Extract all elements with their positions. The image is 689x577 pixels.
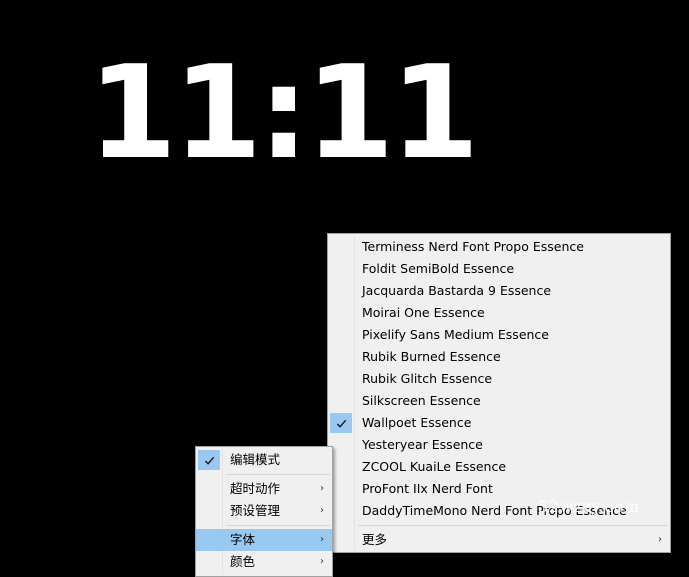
menu-separator — [226, 525, 330, 526]
color-menu-label: 颜色 — [230, 554, 256, 569]
font-item[interactable]: Moirai One Essence — [328, 302, 670, 324]
font-menu-item[interactable]: 字体 › — [196, 529, 332, 551]
timeout-action-item[interactable]: 超时动作 › — [196, 478, 332, 500]
more-fonts-item[interactable]: 更多 › — [328, 529, 670, 551]
font-item[interactable]: Rubik Glitch Essence — [328, 368, 670, 390]
preset-manager-item[interactable]: 预设管理 › — [196, 500, 332, 522]
font-item[interactable]: Terminess Nerd Font Propo Essence — [328, 236, 670, 258]
context-menu: 编辑模式 超时动作 › 预设管理 › 字体 › 颜色 › — [195, 446, 333, 577]
edit-mode-item[interactable]: 编辑模式 — [196, 449, 332, 471]
font-item[interactable]: Jacquarda Bastarda 9 Essence — [328, 280, 670, 302]
chevron-right-icon: › — [320, 534, 324, 545]
font-item-label: Moirai One Essence — [362, 305, 485, 320]
font-item[interactable]: DaddyTimeMono Nerd Font Propo Essence — [328, 500, 670, 522]
font-item[interactable]: Rubik Burned Essence — [328, 346, 670, 368]
font-menu-label: 字体 — [230, 532, 256, 547]
font-item-label: ZCOOL KuaiLe Essence — [362, 459, 507, 474]
edit-mode-label: 编辑模式 — [230, 452, 281, 467]
color-menu-item[interactable]: 颜色 › — [196, 551, 332, 573]
chevron-right-icon: › — [320, 505, 324, 516]
clock-display: 11:11 — [88, 39, 479, 188]
font-item[interactable]: ZCOOL KuaiLe Essence — [328, 456, 670, 478]
font-item-label: Yesteryear Essence — [362, 437, 483, 452]
font-item-label: Rubik Burned Essence — [362, 349, 501, 364]
font-item-label: Terminess Nerd Font Propo Essence — [362, 239, 584, 254]
timeout-action-label: 超时动作 — [230, 481, 281, 496]
font-item-label: Rubik Glitch Essence — [362, 371, 493, 386]
chevron-right-icon: › — [658, 534, 662, 545]
check-icon — [330, 413, 352, 433]
font-item-wallpoet[interactable]: Wallpoet Essence — [328, 412, 670, 434]
font-item-label: Silkscreen Essence — [362, 393, 481, 408]
font-submenu: Terminess Nerd Font Propo Essence Foldit… — [327, 233, 671, 553]
menu-separator — [358, 525, 668, 526]
font-item-label: ProFont IIx Nerd Font — [362, 481, 493, 496]
font-item-label: Foldit SemiBold Essence — [362, 261, 515, 276]
font-item-label: Wallpoet Essence — [362, 415, 472, 430]
font-item[interactable]: ProFont IIx Nerd Font — [328, 478, 670, 500]
font-item[interactable]: Pixelify Sans Medium Essence — [328, 324, 670, 346]
font-item[interactable]: Foldit SemiBold Essence — [328, 258, 670, 280]
font-item-label: Jacquarda Bastarda 9 Essence — [362, 283, 552, 298]
font-item-label: Pixelify Sans Medium Essence — [362, 327, 549, 342]
more-label: 更多 — [362, 532, 388, 547]
menu-separator — [226, 474, 330, 475]
font-item-label: DaddyTimeMono Nerd Font Propo Essence — [362, 503, 627, 518]
check-icon — [198, 450, 220, 470]
preset-manager-label: 预设管理 — [230, 503, 281, 518]
chevron-right-icon: › — [320, 483, 324, 494]
font-item[interactable]: Silkscreen Essence — [328, 390, 670, 412]
font-item[interactable]: Yesteryear Essence — [328, 434, 670, 456]
chevron-right-icon: › — [320, 556, 324, 567]
